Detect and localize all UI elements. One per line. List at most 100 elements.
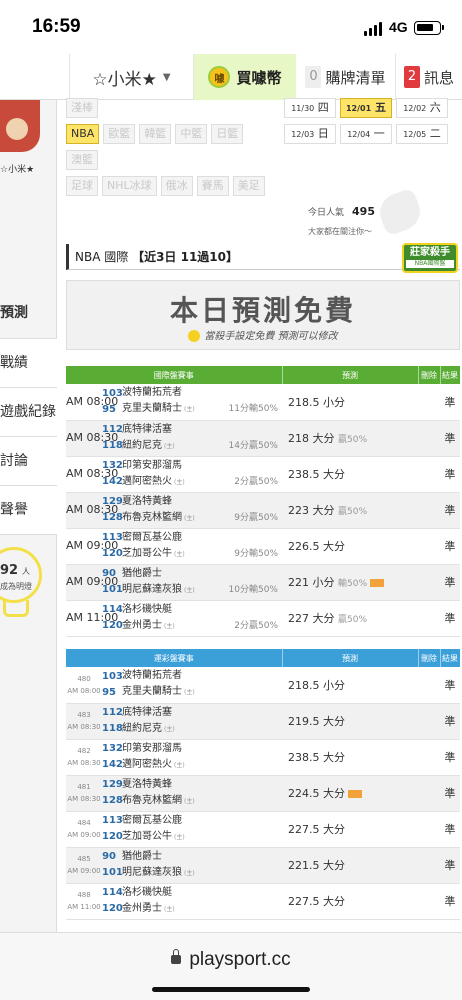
date-button[interactable]: 12/05 二 bbox=[396, 124, 448, 144]
league-tab[interactable]: 日籃 bbox=[211, 124, 244, 144]
home-team-name[interactable]: 金州勇士 bbox=[122, 620, 162, 631]
sidebar-item-history[interactable]: 遊戲紀錄 bbox=[0, 388, 57, 437]
game-time-cell: 488 AM 11:00 bbox=[66, 883, 102, 920]
cart-button[interactable]: 0 購牌清單 bbox=[296, 54, 396, 100]
messages-button[interactable]: 2 訊息 bbox=[396, 54, 462, 100]
delete-cell[interactable] bbox=[418, 564, 440, 601]
league-tab[interactable]: NHL冰球 bbox=[102, 176, 157, 196]
section-header: NBA 國際 【近3日 11過10】 bbox=[66, 244, 460, 270]
away-team-name[interactable]: 洛杉磯快艇 bbox=[122, 887, 172, 898]
away-team-name[interactable]: 波特蘭拓荒者 bbox=[122, 670, 182, 681]
home-team-name[interactable]: 紐約尼克 bbox=[122, 723, 162, 734]
game-id: 488 bbox=[77, 891, 91, 899]
away-team-name[interactable]: 印第安那溜馬 bbox=[122, 743, 182, 754]
home-team-name[interactable]: 克里夫蘭騎士 bbox=[122, 403, 182, 414]
away-team-name[interactable]: 波特蘭拓荒者 bbox=[122, 387, 182, 398]
away-team-name[interactable]: 底特律活塞 bbox=[122, 424, 172, 435]
buy-coins-button[interactable]: 噱買噱幣 bbox=[194, 54, 296, 100]
delete-cell[interactable] bbox=[418, 420, 440, 457]
league-tab[interactable]: 美足 bbox=[232, 176, 265, 196]
delete-cell[interactable] bbox=[418, 667, 440, 704]
league-tab-nba[interactable]: NBA bbox=[66, 124, 100, 144]
league-tab[interactable]: 俄冰 bbox=[160, 176, 193, 196]
delete-cell[interactable] bbox=[418, 811, 440, 848]
away-team-name[interactable]: 密爾瓦基公鹿 bbox=[122, 815, 182, 826]
followers-text[interactable]: 成為明燈 bbox=[0, 581, 32, 592]
team-names: 印第安那溜馬 邁阿密熱火 (主) bbox=[122, 739, 282, 776]
home-team-name[interactable]: 紐約尼克 bbox=[122, 440, 162, 451]
league-tab[interactable]: 足球 bbox=[66, 176, 98, 196]
prediction-cell: 227.5 大分 bbox=[282, 811, 418, 848]
date-button-selected[interactable]: 12/01 五 bbox=[340, 98, 392, 118]
league-tab[interactable]: 歐籃 bbox=[103, 124, 136, 144]
home-team-name[interactable]: 芝加哥公牛 bbox=[122, 831, 172, 842]
sidebar-item-reputation[interactable]: 聲譽 bbox=[0, 486, 57, 535]
delete-cell[interactable] bbox=[418, 703, 440, 740]
home-team-name[interactable]: 明尼蘇達灰狼 bbox=[122, 867, 182, 878]
away-team-name[interactable]: 洛杉磯快艇 bbox=[122, 604, 172, 615]
league-tab[interactable]: 韓籃 bbox=[139, 124, 172, 144]
home-indicator bbox=[152, 987, 310, 992]
date-button[interactable]: 12/03 日 bbox=[284, 124, 336, 144]
away-team-name[interactable]: 底特律活塞 bbox=[122, 707, 172, 718]
game-id: 483 bbox=[77, 711, 91, 719]
home-team-name[interactable]: 芝加哥公牛 bbox=[122, 548, 172, 559]
home-team: 芝加哥公牛 (主) bbox=[122, 829, 282, 846]
league-tab[interactable]: 淺棒 bbox=[66, 98, 98, 118]
handicap-result: 11分輸50% bbox=[228, 404, 278, 415]
away-team-name[interactable]: 密爾瓦基公鹿 bbox=[122, 532, 182, 543]
team-numbers: 90 101 bbox=[102, 847, 123, 884]
prediction-payout: 贏50% bbox=[338, 615, 368, 625]
delete-cell[interactable] bbox=[418, 739, 440, 776]
result-cell: 準 bbox=[440, 775, 460, 812]
league-tab[interactable]: 澳籃 bbox=[66, 150, 98, 170]
date-button[interactable]: 11/30 四 bbox=[284, 98, 336, 118]
sidebar-item-discussion[interactable]: 討論 bbox=[0, 437, 57, 486]
team-names: 底特律活塞 紐約尼克 (主) 14分贏50% bbox=[122, 420, 282, 457]
league-tab[interactable]: 中籃 bbox=[175, 124, 208, 144]
away-team-name[interactable]: 夏洛特黃蜂 bbox=[122, 496, 172, 507]
delete-cell[interactable] bbox=[418, 384, 440, 421]
team-number: 142 bbox=[102, 476, 123, 487]
away-team-name[interactable]: 猶他爵士 bbox=[122, 851, 162, 862]
home-team-name[interactable]: 金州勇士 bbox=[122, 903, 162, 914]
delete-cell[interactable] bbox=[418, 775, 440, 812]
team-number: 128 bbox=[102, 512, 123, 523]
away-team-name[interactable]: 猶他爵士 bbox=[122, 568, 162, 579]
delete-cell[interactable] bbox=[418, 528, 440, 565]
home-team-name[interactable]: 明尼蘇達灰狼 bbox=[122, 584, 182, 595]
delete-cell[interactable] bbox=[418, 492, 440, 529]
prediction-payout: 贏50% bbox=[338, 507, 368, 517]
handicap-result: 9分贏50% bbox=[234, 512, 278, 523]
delete-cell[interactable] bbox=[418, 847, 440, 884]
badge-title: 莊家殺手 bbox=[410, 247, 450, 258]
table-header-row: 國際盤賽事 預測 刪除 結果 bbox=[66, 366, 461, 384]
game-time-cell: 485 AM 09:00 bbox=[66, 847, 102, 884]
sidebar-item-record[interactable]: 戰績 bbox=[0, 339, 57, 388]
home-marker: (主) bbox=[164, 442, 175, 450]
delete-cell[interactable] bbox=[418, 883, 440, 920]
league-tab[interactable]: 賽馬 bbox=[196, 176, 229, 196]
table-row: AM 08:30 112 118 底特律活塞 紐約尼克 (主) 14分贏50% 218 大分 … bbox=[66, 420, 460, 457]
menu-toggle[interactable] bbox=[0, 54, 70, 100]
home-team-name[interactable]: 邁阿密熱火 bbox=[122, 476, 172, 487]
message-count-badge: 2 bbox=[403, 66, 420, 88]
team-number: 120 bbox=[102, 831, 123, 842]
table-row: AM 08:30 129 128 夏洛特黃蜂 布魯克林籃網 (主) 9分贏50% 223 大分… bbox=[66, 492, 460, 529]
home-team-name[interactable]: 布魯克林籃網 bbox=[122, 795, 182, 806]
date-button[interactable]: 12/04 一 bbox=[340, 124, 392, 144]
avatar[interactable] bbox=[0, 100, 40, 152]
home-team-name[interactable]: 克里夫蘭騎士 bbox=[122, 686, 182, 697]
away-team-name[interactable]: 印第安那溜馬 bbox=[122, 460, 182, 471]
home-team-name[interactable]: 邁阿密熱火 bbox=[122, 759, 172, 770]
address-bar[interactable]: playsport.cc bbox=[0, 949, 462, 971]
delete-cell[interactable] bbox=[418, 456, 440, 493]
delete-cell[interactable] bbox=[418, 600, 440, 637]
col-header-result: 結果 bbox=[440, 366, 461, 384]
user-menu[interactable]: ☆小米★ ▼ bbox=[70, 54, 194, 100]
date-button[interactable]: 12/02 六 bbox=[396, 98, 448, 118]
prediction-cell: 226.5 大分 bbox=[282, 528, 418, 565]
away-team-name[interactable]: 夏洛特黃蜂 bbox=[122, 779, 172, 790]
home-team-name[interactable]: 布魯克林籃網 bbox=[122, 512, 182, 523]
date-label: 12/05 bbox=[403, 130, 427, 139]
